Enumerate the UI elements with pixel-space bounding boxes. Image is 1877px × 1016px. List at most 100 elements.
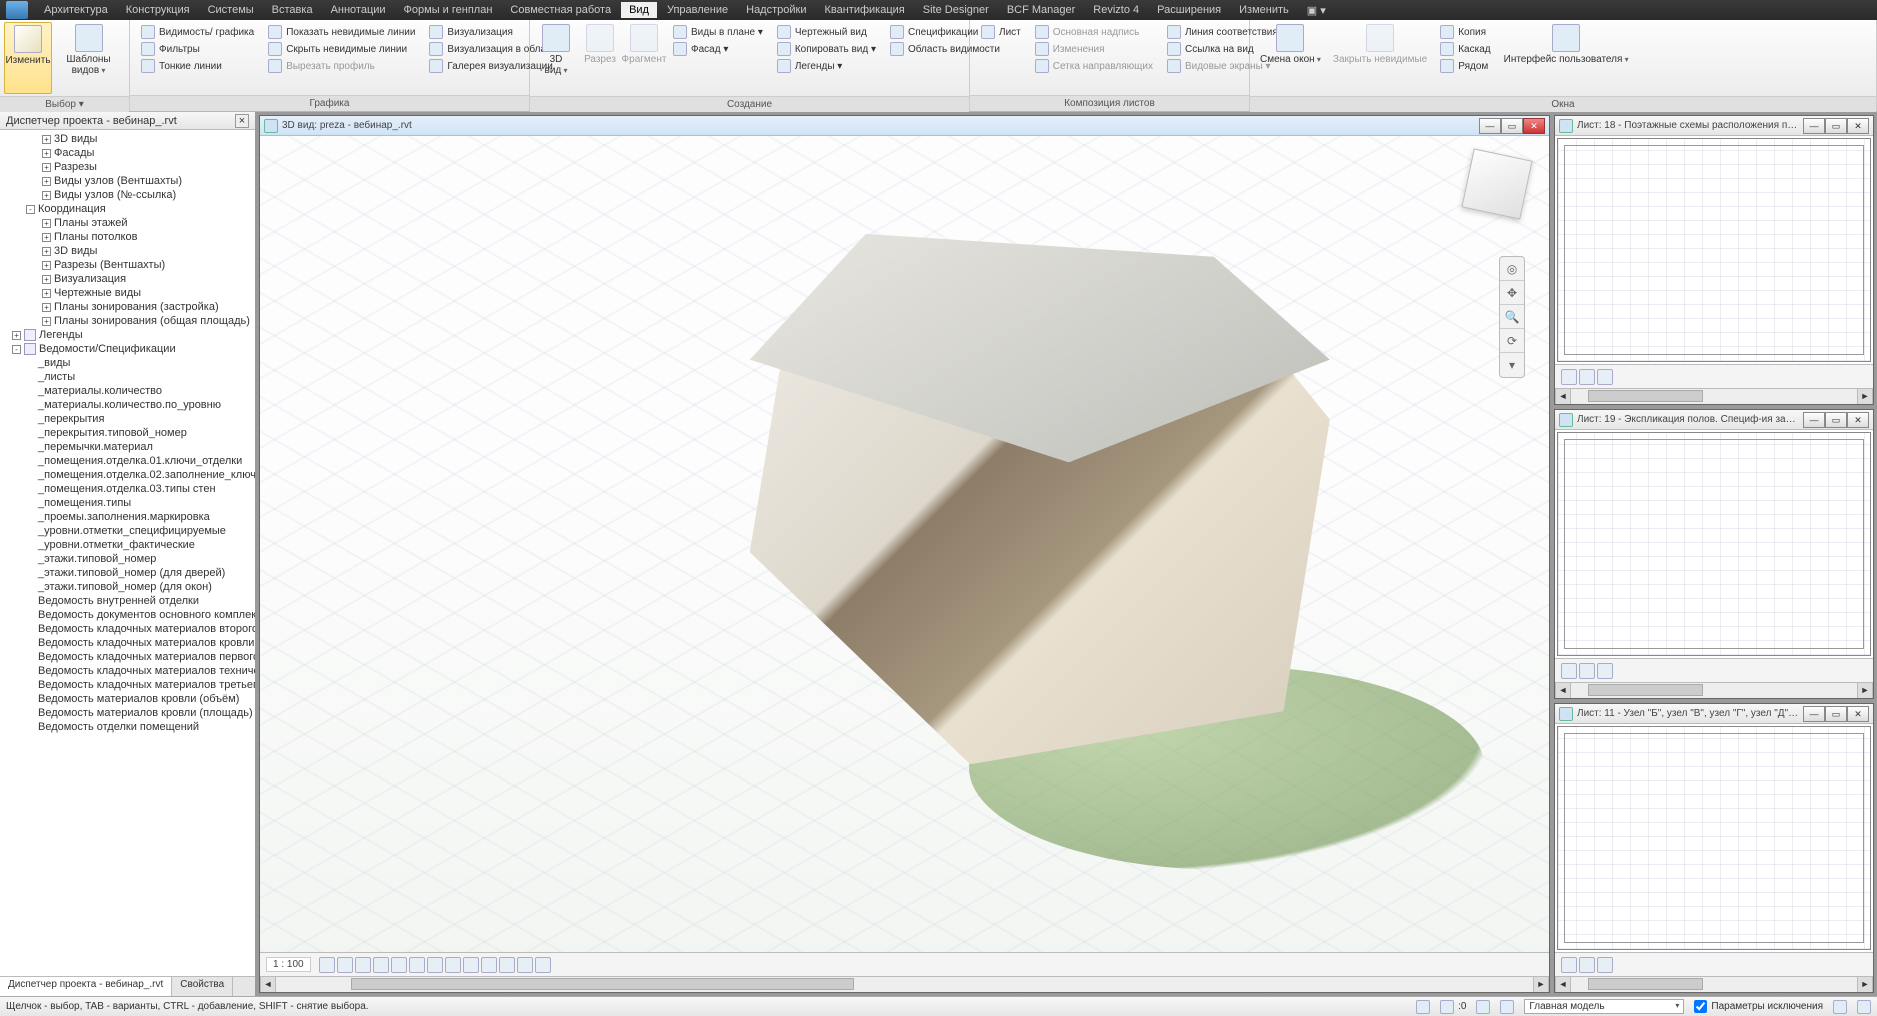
menu-bcf[interactable]: BCF Manager (999, 2, 1083, 18)
menu-systems[interactable]: Системы (200, 2, 262, 18)
menu-collaborate[interactable]: Совместная работа (502, 2, 619, 18)
tab-properties[interactable]: Свойства (172, 977, 233, 996)
scroll-right-icon[interactable]: ► (1857, 977, 1873, 992)
tree-item[interactable]: _уровни.отметки_фактические (4, 538, 255, 552)
ribbon-duplicate-view[interactable]: Копировать вид ▾ (774, 41, 879, 57)
menu-structure[interactable]: Конструкция (118, 2, 198, 18)
ribbon-drafting-view[interactable]: Чертежный вид (774, 24, 879, 40)
collapse-icon[interactable]: - (12, 345, 21, 354)
detail-level-icon[interactable] (1561, 957, 1577, 973)
tree-item[interactable]: _этажи.типовой_номер (для окон) (4, 580, 255, 594)
horizontal-scrollbar[interactable]: ◄► (1555, 976, 1873, 992)
ribbon-callout-button[interactable]: Фрагмент (622, 22, 666, 94)
tree-item[interactable]: Ведомость материалов кровли (площадь) (4, 706, 255, 720)
tree-item[interactable]: _помещения.отделка.01.ключи_отделки (4, 454, 255, 468)
worksharing-display-icon[interactable] (499, 957, 515, 973)
tree-item[interactable]: Ведомость материалов кровли (объём) (4, 692, 255, 706)
visual-style-icon[interactable] (1579, 369, 1595, 385)
sheet-viewport[interactable] (1557, 432, 1871, 656)
ribbon-section-button[interactable]: Разрез (578, 22, 622, 94)
main-model-dropdown[interactable]: Главная модель (1524, 999, 1684, 1014)
shadows-icon[interactable] (373, 957, 389, 973)
ribbon-legends[interactable]: Легенды ▾ (774, 58, 879, 74)
tab-project-browser[interactable]: Диспетчер проекта - вебинар_.rvt (0, 977, 172, 996)
tree-item[interactable]: _уровни.отметки_специфицируемые (4, 524, 255, 538)
expand-icon[interactable]: + (42, 247, 51, 256)
maximize-button[interactable]: ▭ (1825, 412, 1847, 428)
project-browser-tree[interactable]: +3D виды+Фасады+Разрезы+Виды узлов (Вент… (0, 130, 255, 976)
filter-icon[interactable] (1833, 1000, 1847, 1014)
scrollbar-thumb[interactable] (351, 978, 854, 990)
tree-item[interactable]: _материалы.количество.по_уровню (4, 398, 255, 412)
minimize-button[interactable]: ― (1803, 706, 1825, 722)
expand-icon[interactable]: + (42, 191, 51, 200)
menu-addins[interactable]: Надстройки (738, 2, 814, 18)
nav-orbit-icon[interactable]: ⟳ (1500, 329, 1524, 353)
nav-zoom-icon[interactable]: 🔍 (1500, 305, 1524, 329)
tree-item[interactable]: +Планы потолков (4, 230, 255, 244)
scroll-right-icon[interactable]: ► (1533, 977, 1549, 992)
close-button[interactable]: ✕ (1847, 412, 1869, 428)
tree-item[interactable]: +Чертежные виды (4, 286, 255, 300)
ribbon-visibility-graphics[interactable]: Видимость/ графика (138, 24, 257, 40)
minimize-button[interactable]: ― (1803, 412, 1825, 428)
visual-style-icon[interactable] (1579, 663, 1595, 679)
ribbon-elevation[interactable]: Фасад ▾ (670, 41, 766, 57)
status-worksets[interactable] (1416, 1000, 1430, 1014)
tree-item[interactable]: _перемычки.материал (4, 440, 255, 454)
scroll-left-icon[interactable]: ◄ (1555, 977, 1571, 992)
menu-revizto[interactable]: Revizto 4 (1085, 2, 1147, 18)
detail-level-icon[interactable] (1561, 663, 1577, 679)
tree-item[interactable]: +Планы зонирования (застройка) (4, 300, 255, 314)
main-3d-titlebar[interactable]: 3D вид: preza - вебинар_.rvt ― ▭ ✕ (260, 116, 1549, 136)
scroll-right-icon[interactable]: ► (1857, 683, 1873, 698)
ribbon-thin-lines[interactable]: Тонкие линии (138, 58, 257, 74)
crop-view-icon[interactable] (1597, 369, 1613, 385)
tree-item[interactable]: _перекрытия (4, 412, 255, 426)
tree-item[interactable]: +3D виды (4, 132, 255, 146)
maximize-button[interactable]: ▭ (1825, 706, 1847, 722)
menu-quantification[interactable]: Квантификация (816, 2, 912, 18)
detail-level-icon[interactable] (1561, 369, 1577, 385)
scrollbar-thumb[interactable] (1588, 684, 1702, 696)
crop-view-icon[interactable] (1597, 957, 1613, 973)
ribbon-guide-grid[interactable]: Сетка направляющих (1032, 58, 1156, 74)
crop-view-icon[interactable] (409, 957, 425, 973)
menu-massing[interactable]: Формы и генплан (396, 2, 501, 18)
status-design-options[interactable] (1500, 1000, 1514, 1014)
tree-item[interactable]: _помещения.типы (4, 496, 255, 510)
expand-icon[interactable]: + (42, 317, 51, 326)
ribbon-3dview-button[interactable]: 3D вид (534, 22, 578, 94)
menu-view[interactable]: Вид (621, 2, 657, 18)
horizontal-scrollbar[interactable]: ◄ ► (260, 976, 1549, 992)
tree-item[interactable]: _листы (4, 370, 255, 384)
scroll-left-icon[interactable]: ◄ (1555, 389, 1571, 404)
crop-region-icon[interactable] (427, 957, 443, 973)
expand-icon[interactable]: + (42, 303, 51, 312)
tree-item[interactable]: _перекрытия.типовой_номер (4, 426, 255, 440)
horizontal-scrollbar[interactable]: ◄► (1555, 682, 1873, 698)
ribbon-filters[interactable]: Фильтры (138, 41, 257, 57)
viewcube[interactable] (1461, 148, 1532, 219)
tree-item[interactable]: _виды (4, 356, 255, 370)
crop-view-icon[interactable] (1597, 663, 1613, 679)
reveal-hidden-icon[interactable] (481, 957, 497, 973)
constraints-icon[interactable] (535, 957, 551, 973)
sheet-titlebar[interactable]: Лист: 19 - Экспликация полов. Специф-ия … (1555, 410, 1873, 430)
tree-item[interactable]: _помещения.отделка.03.типы стен (4, 482, 255, 496)
tree-item[interactable]: +Разрезы (Вентшахты) (4, 258, 255, 272)
close-icon[interactable]: × (235, 114, 249, 128)
menu-extensions[interactable]: Расширения (1149, 2, 1229, 18)
maximize-button[interactable]: ▭ (1825, 118, 1847, 134)
expand-icon[interactable]: + (42, 135, 51, 144)
expand-icon[interactable]: + (42, 261, 51, 270)
tree-item[interactable]: +Легенды (4, 328, 255, 342)
ribbon-view-templates-button[interactable]: Шаблоны видов (52, 22, 125, 94)
scrollbar-thumb[interactable] (1588, 390, 1702, 402)
expand-icon[interactable]: + (42, 177, 51, 186)
main-3d-viewport[interactable]: ◎ ✥ 🔍 ⟳ ▾ (260, 136, 1549, 952)
ribbon-cut-profile[interactable]: Вырезать профиль (265, 58, 418, 74)
unlock-3d-icon[interactable] (445, 957, 461, 973)
menu-insert[interactable]: Вставка (264, 2, 321, 18)
tree-item[interactable]: +Разрезы (4, 160, 255, 174)
